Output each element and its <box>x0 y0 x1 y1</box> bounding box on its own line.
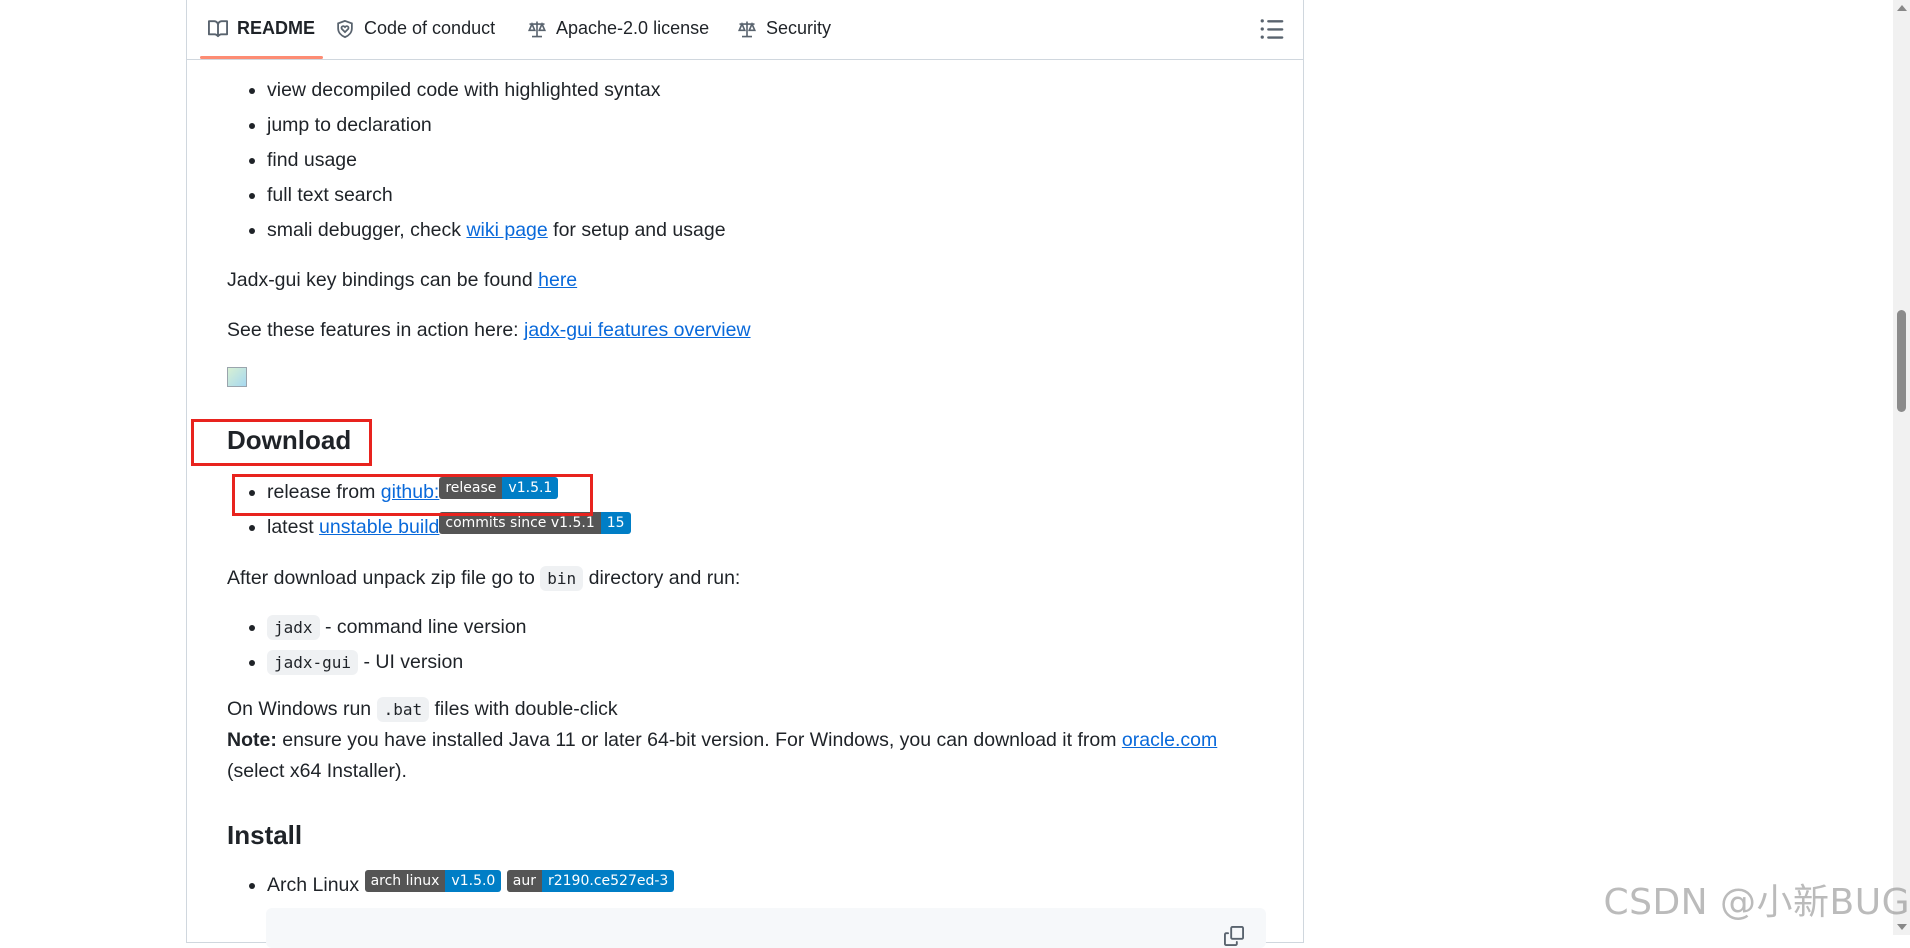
install-list: Arch Linux arch linuxv1.5.0 aurr2190.ce5… <box>227 868 1267 903</box>
tab-readme-label: README <box>237 18 315 39</box>
scrollbar[interactable] <box>1893 0 1910 935</box>
jadx-desc: - command line version <box>320 616 527 638</box>
scale-icon <box>527 19 547 39</box>
book-icon <box>208 19 228 39</box>
aur-badge-value: r2190.ce527ed-3 <box>542 870 674 892</box>
features-action-paragraph: See these features in action here: jadx-… <box>227 313 1267 348</box>
tab-license[interactable]: Apache-2.0 license <box>527 0 709 59</box>
debugger-suffix: for setup and usage <box>548 219 726 241</box>
list-item: jadx - command line version <box>267 610 1267 645</box>
jadx-gui-code: jadx-gui <box>267 650 358 675</box>
scale-icon <box>737 19 757 39</box>
aur-badge-label: aur <box>507 870 542 892</box>
debugger-prefix: smali debugger, check <box>267 219 466 241</box>
keybindings-paragraph: Jadx-gui key bindings can be found here <box>227 263 1267 298</box>
tab-readme[interactable]: README <box>208 0 315 59</box>
arch-badge[interactable]: arch linuxv1.5.0 <box>365 870 502 892</box>
list-item: full text search <box>267 178 1267 213</box>
scroll-up-arrow-icon[interactable] <box>1897 5 1907 11</box>
table-of-contents-icon[interactable] <box>1259 16 1285 42</box>
scroll-thumb[interactable] <box>1897 310 1906 412</box>
windows-suffix: files with double-click <box>429 698 618 720</box>
features-overview-link[interactable]: jadx-gui features overview <box>524 319 751 341</box>
tab-security-label: Security <box>766 18 831 39</box>
list-item: find usage <box>267 143 1267 178</box>
bat-code: .bat <box>377 697 430 722</box>
keybindings-text: Jadx-gui key bindings can be found <box>227 269 538 291</box>
heart-shield-icon <box>335 19 355 39</box>
copy-icon[interactable] <box>1224 926 1244 946</box>
unstable-build-link[interactable]: unstable build <box>319 516 439 538</box>
release-highlight <box>232 474 593 516</box>
run-list: jadx - command line version jadx-gui - U… <box>227 610 1267 680</box>
after-suffix: directory and run: <box>583 567 740 589</box>
wiki-page-link[interactable]: wiki page <box>466 219 547 241</box>
image-container <box>227 367 1267 387</box>
keybindings-link[interactable]: here <box>538 269 577 291</box>
install-code-block <box>266 908 1266 948</box>
commits-badge-value: 15 <box>601 512 631 534</box>
tab-security[interactable]: Security <box>737 0 831 59</box>
arch-badge-value: v1.5.0 <box>445 870 501 892</box>
download-heading-highlight <box>191 419 372 466</box>
windows-prefix: On Windows run <box>227 698 377 720</box>
features-list: view decompiled code with highlighted sy… <box>227 73 1267 248</box>
latest-prefix: latest <box>267 516 319 538</box>
list-item: jump to declaration <box>267 108 1267 143</box>
tab-license-label: Apache-2.0 license <box>556 18 709 39</box>
jadx-gui-desc: - UI version <box>358 651 463 673</box>
aur-badge[interactable]: aurr2190.ce527ed-3 <box>507 870 675 892</box>
list-item: smali debugger, check wiki page for setu… <box>267 213 1267 248</box>
list-item: jadx-gui - UI version <box>267 645 1267 680</box>
note-text: ensure you have installed Java 11 or lat… <box>277 729 1122 751</box>
after-download-paragraph: After download unpack zip file go to bin… <box>227 561 1267 596</box>
download-heading: Download <box>227 423 1267 457</box>
arch-badge-label: arch linux <box>365 870 446 892</box>
windows-paragraph: On Windows run .bat files with double-cl… <box>227 694 1267 787</box>
note-end: (select x64 Installer). <box>227 760 407 782</box>
tab-code-of-conduct[interactable]: Code of conduct <box>335 0 495 59</box>
list-item: view decompiled code with highlighted sy… <box>267 73 1267 108</box>
bin-code: bin <box>540 566 583 591</box>
list-item: Arch Linux arch linuxv1.5.0 aurr2190.ce5… <box>267 868 1267 903</box>
oracle-link[interactable]: oracle.com <box>1122 729 1217 751</box>
arch-label: Arch Linux <box>267 874 359 896</box>
features-action-text: See these features in action here: <box>227 319 524 341</box>
tab-code-of-conduct-label: Code of conduct <box>364 18 495 39</box>
broken-image-icon <box>227 367 247 387</box>
after-prefix: After download unpack zip file go to <box>227 567 540 589</box>
jadx-code: jadx <box>267 615 320 640</box>
readme-panel: README Code of conduct Apache-2.0 licens… <box>186 0 1304 943</box>
note-label: Note: <box>227 729 277 751</box>
readme-tab-bar: README Code of conduct Apache-2.0 licens… <box>187 0 1303 60</box>
watermark: CSDN @小新BUG <box>1603 873 1910 925</box>
install-heading: Install <box>227 818 1267 852</box>
